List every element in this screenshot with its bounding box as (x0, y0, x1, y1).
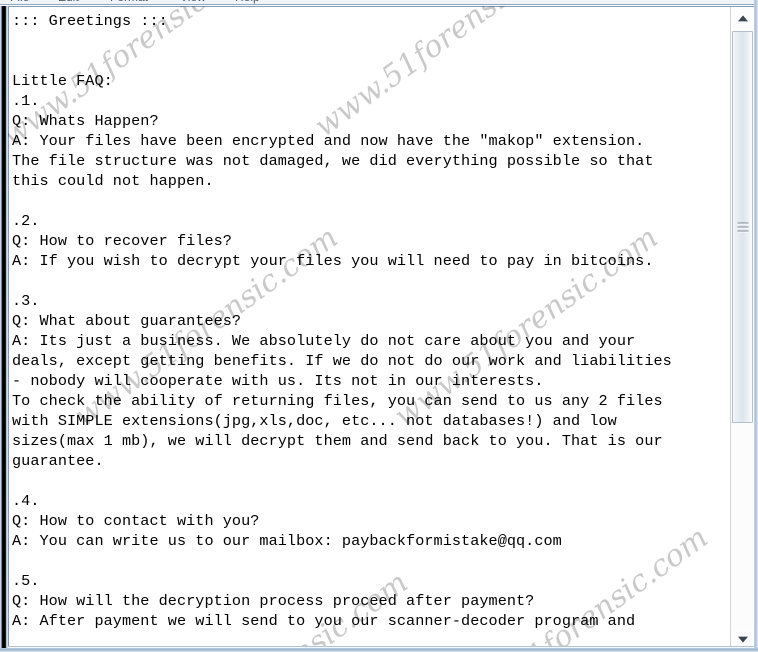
scrollbar-thumb[interactable] (732, 31, 753, 423)
scrollbar-track[interactable] (732, 424, 753, 627)
window-bottom-border (0, 648, 758, 652)
scrollbar-up-button[interactable] (731, 7, 754, 30)
caret-down-icon (737, 636, 748, 643)
text-editor-window: File Edit Format View Help ::: Greetings… (0, 0, 758, 652)
menu-bar[interactable]: File Edit Format View Help (0, 0, 758, 5)
window-right-border (754, 0, 758, 652)
caret-up-icon (737, 14, 748, 21)
editor-client-area: ::: Greetings ::: Little FAQ: .1. Q: Wha… (8, 6, 758, 652)
menu-bar-divider (0, 4, 758, 5)
ransom-note-text[interactable]: ::: Greetings ::: Little FAQ: .1. Q: Wha… (12, 11, 728, 631)
grip-lines-icon (737, 222, 748, 233)
window-left-shadow (0, 6, 8, 652)
text-area[interactable]: ::: Greetings ::: Little FAQ: .1. Q: Wha… (9, 7, 731, 651)
scrollbar-vertical[interactable] (730, 7, 754, 650)
